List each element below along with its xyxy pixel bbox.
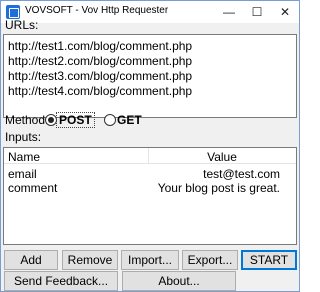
method-label: Method: — [5, 113, 49, 127]
column-header-name[interactable]: Name — [8, 150, 40, 164]
minimize-button[interactable]: — — [215, 1, 243, 23]
url-line: http://test2.com/blog/comment.php — [8, 54, 193, 68]
table-row[interactable]: comment Your blog post is great. — [4, 181, 296, 195]
inputs-label: Inputs: — [5, 130, 42, 144]
column-header-value[interactable]: Value — [148, 150, 296, 164]
add-button[interactable]: Add — [4, 250, 58, 270]
close-button[interactable]: ✕ — [271, 1, 299, 23]
inputs-table[interactable]: Name Value email test@test.com comment Y… — [3, 147, 297, 245]
export-button[interactable]: Export... — [182, 250, 238, 270]
app-window: VOVSOFT - Vov Http Requester — ☐ ✕ URLs:… — [0, 0, 300, 292]
row-value-cell: test@test.com — [203, 167, 280, 181]
row-value-cell: Your blog post is great. — [157, 181, 280, 195]
get-radio-label[interactable]: GET — [117, 113, 142, 127]
start-button[interactable]: START — [241, 250, 297, 270]
maximize-button[interactable]: ☐ — [243, 1, 271, 23]
send-feedback-button[interactable]: Send Feedback... — [4, 271, 118, 291]
urls-label: URLs: — [5, 18, 39, 32]
title-bar[interactable]: VOVSOFT - Vov Http Requester — ☐ ✕ — [1, 1, 299, 23]
get-radio[interactable] — [104, 114, 116, 126]
table-header: Name Value — [4, 148, 296, 164]
url-line: http://test4.com/blog/comment.php — [8, 84, 193, 98]
post-radio-label[interactable]: POST — [56, 112, 95, 128]
app-logo-icon — [6, 5, 20, 19]
url-line: http://test1.com/blog/comment.php — [8, 39, 193, 53]
row-name-cell: email — [8, 167, 37, 181]
import-button[interactable]: Import... — [121, 250, 179, 270]
row-name-cell: comment — [8, 181, 58, 195]
about-button[interactable]: About... — [122, 271, 236, 291]
url-line: http://test3.com/blog/comment.php — [8, 69, 193, 83]
urls-textarea[interactable]: http://test1.com/blog/comment.php http:/… — [3, 34, 297, 118]
window-title: VOVSOFT - Vov Http Requester — [25, 5, 169, 16]
table-row[interactable]: email test@test.com — [4, 167, 296, 181]
post-radio[interactable] — [45, 114, 57, 126]
remove-button[interactable]: Remove — [62, 250, 118, 270]
